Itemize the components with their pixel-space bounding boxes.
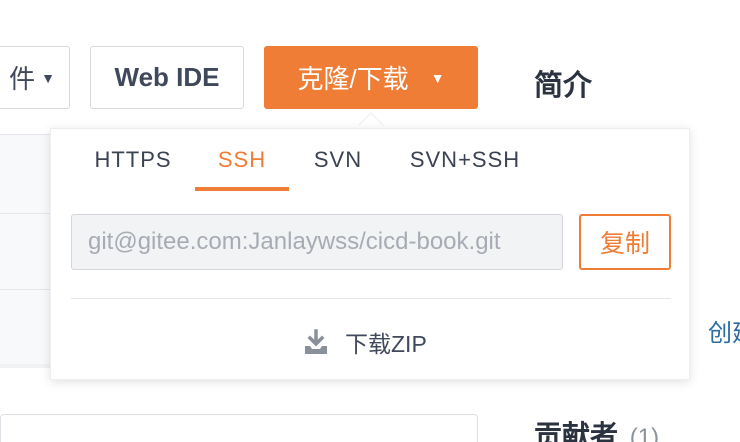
divider: [0, 289, 50, 290]
protocol-tabs: HTTPS SSH SVN SVN+SSH: [77, 141, 534, 191]
contributors-heading: 贡献者 (1): [534, 414, 659, 442]
download-zip-button[interactable]: 下载ZIP: [303, 325, 427, 359]
files-dropdown-button[interactable]: 件 ▼: [0, 46, 70, 109]
contributors-count: (1): [629, 424, 660, 442]
create-link[interactable]: 创建: [708, 313, 740, 348]
intro-heading: 简介: [534, 70, 593, 102]
clone-download-button[interactable]: 克隆/下载 ▼: [264, 46, 478, 109]
files-label: 件: [9, 64, 36, 94]
tab-https[interactable]: HTTPS: [77, 141, 189, 191]
tab-svn-ssh[interactable]: SVN+SSH: [396, 141, 534, 191]
divider: [0, 213, 50, 214]
download-zip-label: 下载ZIP: [345, 331, 427, 357]
download-icon: [305, 329, 327, 354]
contributors-label: 贡献者: [534, 420, 619, 442]
caret-down-icon: ▼: [41, 69, 55, 86]
tab-svn[interactable]: SVN: [290, 141, 386, 191]
clone-label: 克隆/下载: [297, 64, 409, 94]
background-panel: [0, 134, 50, 366]
background-box: [0, 414, 478, 442]
tab-ssh[interactable]: SSH: [195, 141, 289, 191]
divider: [71, 298, 671, 299]
copy-button[interactable]: 复制: [579, 214, 671, 270]
web-ide-button[interactable]: Web IDE: [90, 46, 244, 109]
clone-url-input[interactable]: git@gitee.com:Janlaywss/cicd-book.git: [71, 214, 563, 270]
clone-dropdown: HTTPS SSH SVN SVN+SSH git@gitee.com:Janl…: [50, 128, 690, 380]
caret-down-icon: ▼: [430, 69, 445, 86]
